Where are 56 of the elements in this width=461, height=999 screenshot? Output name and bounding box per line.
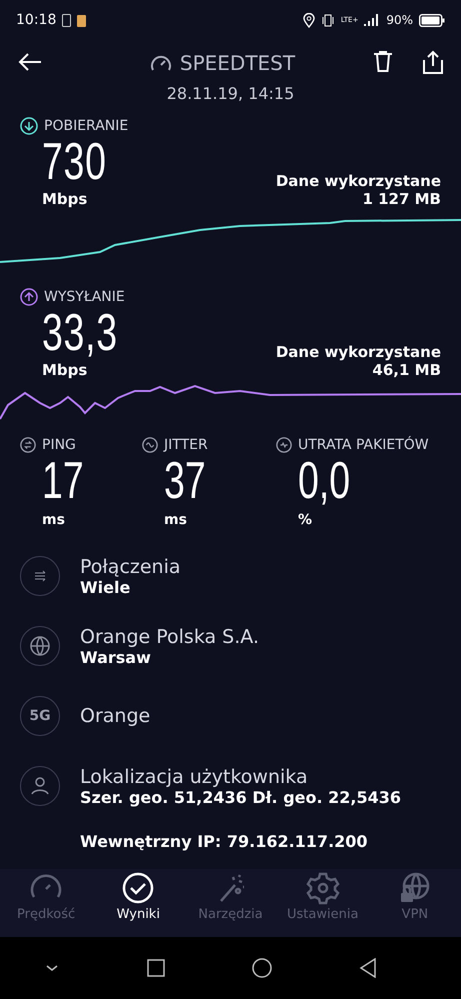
speed-value: 33,3 xyxy=(42,306,118,360)
nav-tab[interactable]: Narzędzia xyxy=(184,871,277,937)
metric-value: 0,0 xyxy=(298,453,350,509)
back-nav-button[interactable] xyxy=(359,958,378,978)
section-label: POBIERANIE xyxy=(44,118,128,134)
nav-tab[interactable]: Wyniki xyxy=(92,871,184,937)
metric-value: 37 xyxy=(164,453,206,509)
nav-tab[interactable]: VPN xyxy=(368,871,461,937)
speedometer-icon xyxy=(150,53,172,73)
detail-title: Orange xyxy=(80,705,150,727)
status-time: 10:18 xyxy=(16,12,56,28)
battery-icon xyxy=(419,14,445,26)
metric-value: 17 xyxy=(42,453,84,509)
battery-percent: 90% xyxy=(386,13,413,27)
nav-tab[interactable]: Ustawienia xyxy=(276,871,369,937)
jitter-icon xyxy=(142,437,158,453)
metric-label: UTRATA PAKIETÓW xyxy=(298,437,429,453)
detail-title: Połączenia xyxy=(80,556,181,578)
location-icon xyxy=(302,12,315,28)
sim-icon xyxy=(62,14,72,26)
detail-value: Wiele xyxy=(80,578,130,596)
data-used-label: Dane wykorzystane xyxy=(276,343,441,361)
speed-unit: Mbps xyxy=(42,190,88,208)
metric-label: PING xyxy=(42,437,76,453)
signal-icon xyxy=(364,14,380,26)
section-label: WYSYŁANIE xyxy=(44,289,125,305)
test-date: 28.11.19, 14:15 xyxy=(166,84,296,103)
speed-value: 730 xyxy=(42,135,107,189)
metric-unit: ms xyxy=(42,512,65,528)
settings-icon xyxy=(304,871,341,905)
data-used-label: Dane wykorzystane xyxy=(276,172,441,190)
data-used-value: 46,1 MB xyxy=(372,361,441,379)
metric-unit: ms xyxy=(164,512,187,528)
home-button[interactable] xyxy=(252,958,272,978)
metric-label: JITTER xyxy=(164,437,208,453)
app-title: SPEEDTEST xyxy=(180,51,296,75)
ping-icon xyxy=(20,437,36,453)
nav-tab[interactable]: Prędkość xyxy=(0,871,92,937)
connections-icon xyxy=(20,556,60,596)
recents-button[interactable] xyxy=(146,959,165,977)
ip-address: Wewnętrzny IP: 79.162.117.200 xyxy=(80,832,368,851)
vibrate-icon xyxy=(320,14,335,26)
detail-title: Orange Polska S.A. xyxy=(80,626,259,648)
data-used-value: 1 127 MB xyxy=(362,190,441,208)
speed-unit: Mbps xyxy=(42,361,88,379)
hide-nav-button[interactable] xyxy=(44,963,60,973)
metric-unit: % xyxy=(298,512,312,528)
detail-title: Lokalizacja użytkownika xyxy=(80,766,308,788)
detail-value: Szer. geo. 51,2436 Dł. geo. 22,5436 xyxy=(80,788,402,806)
globe-icon xyxy=(20,626,60,666)
person-icon xyxy=(20,766,60,806)
share-button[interactable] xyxy=(423,50,443,76)
detail-value: Warsaw xyxy=(80,648,151,666)
network-badge: 5G xyxy=(20,696,60,736)
loss-icon xyxy=(276,437,292,453)
notification-icon xyxy=(77,14,86,26)
